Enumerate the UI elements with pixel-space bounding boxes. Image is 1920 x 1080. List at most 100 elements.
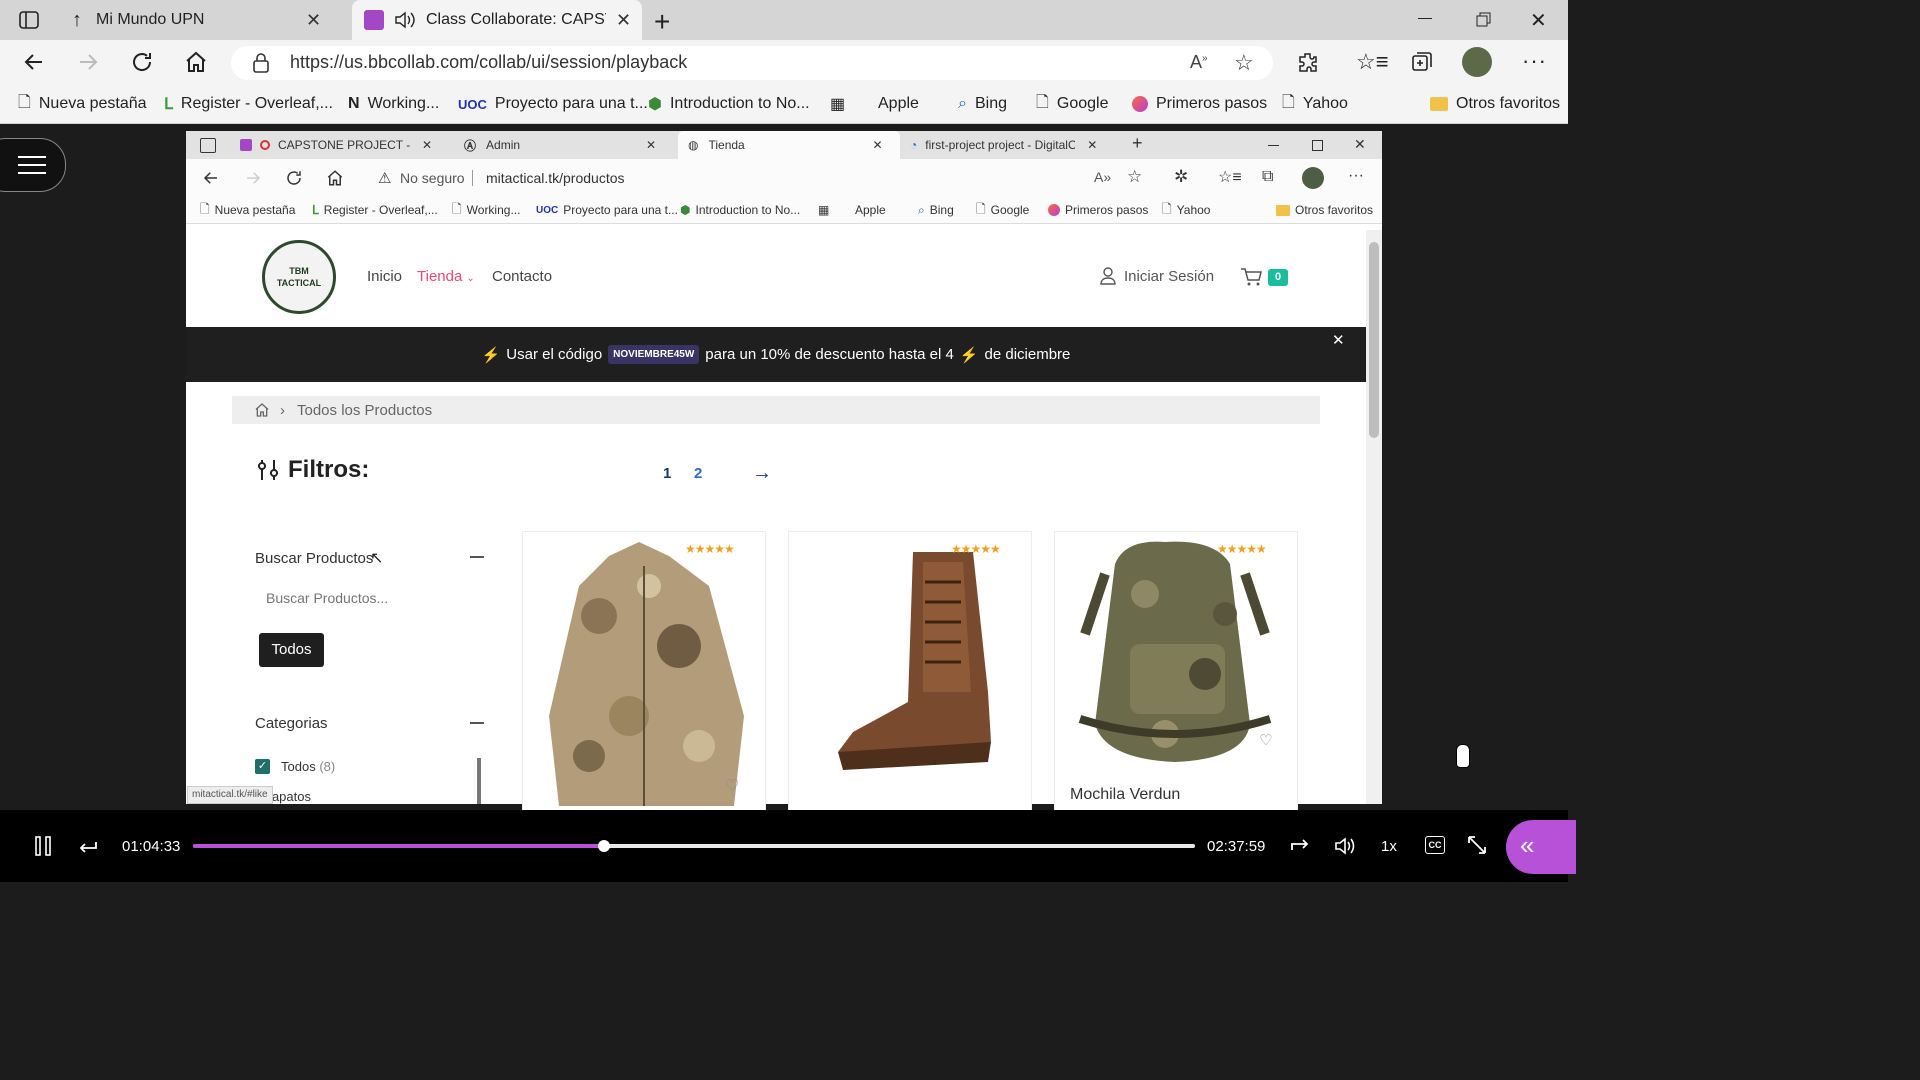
product-name[interactable]: Mochila Verdun <box>1070 786 1180 804</box>
read-aloud-icon[interactable]: A» <box>1190 52 1208 73</box>
inner-back-icon[interactable] <box>202 169 220 187</box>
minimize-icon[interactable] <box>1418 18 1432 19</box>
inner-profile-avatar[interactable] <box>1302 167 1324 189</box>
inner-collections-icon[interactable]: ⧉ <box>1262 168 1273 186</box>
close-icon[interactable]: ✕ <box>646 138 656 152</box>
more-icon[interactable]: ··· <box>1522 48 1547 74</box>
captions-icon[interactable]: CC <box>1425 836 1445 854</box>
next-page-arrow-icon[interactable]: → <box>752 462 772 485</box>
inner-add-favorite-icon[interactable]: ☆ <box>1127 167 1142 187</box>
inner-home-icon[interactable] <box>326 169 344 187</box>
close-icon[interactable]: ✕ <box>872 138 882 152</box>
bookmark-item[interactable]: Primeros pasos <box>1048 197 1148 223</box>
bookmark-item[interactable]: 🗋 Yahoo <box>1282 85 1348 123</box>
outer-url-text[interactable]: https://us.bbcollab.com/collab/ui/sessio… <box>290 52 687 73</box>
new-tab-icon[interactable]: + <box>654 6 670 38</box>
promo-close-icon[interactable]: ✕ <box>1332 331 1345 349</box>
inner-minimize-icon[interactable] <box>1268 145 1279 146</box>
security-label[interactable]: No seguro <box>400 170 465 186</box>
bookmark-item[interactable]: N Working... <box>348 85 439 123</box>
bookmark-item[interactable]: ᒪ Register - Overleaf,... <box>164 85 333 123</box>
inner-read-aloud-icon[interactable]: A» <box>1094 169 1111 185</box>
nav-inicio[interactable]: Inicio <box>367 268 402 285</box>
page-2-link[interactable]: 2 <box>694 465 702 482</box>
cart-icon[interactable] <box>1240 267 1262 287</box>
product-card[interactable]: ★★★★★ ♡ <box>522 531 766 813</box>
todos-button[interactable]: Todos <box>259 633 324 667</box>
product-card[interactable]: ★★★★★ ♡ Mochila Verdun <box>1054 531 1298 813</box>
playback-speed[interactable]: 1x <box>1381 838 1397 855</box>
bookmark-item[interactable]: Primeros pasos <box>1132 85 1267 123</box>
bookmark-item[interactable]: ⬢ Introduction to No... <box>648 85 810 123</box>
rewind-icon[interactable] <box>76 834 100 858</box>
inner-url-text[interactable]: mitactical.tk/productos <box>486 170 625 186</box>
bookmark-item[interactable]: 🗋 Nueva pestaña <box>200 197 295 223</box>
bookmark-item[interactable]: 🗋 Nueva pestaña <box>18 85 147 123</box>
collections-icon[interactable] <box>1410 50 1434 74</box>
lock-icon[interactable] <box>252 53 270 73</box>
collapse-icon[interactable] <box>470 722 484 724</box>
close-icon[interactable]: ✕ <box>422 138 432 152</box>
scrollbar-thumb[interactable] <box>1369 242 1379 438</box>
categories-title[interactable]: Categorias <box>255 715 328 732</box>
speaker-icon[interactable] <box>394 11 416 29</box>
close-icon[interactable]: ✕ <box>306 10 321 31</box>
back-icon[interactable] <box>22 50 46 74</box>
profile-avatar[interactable] <box>1462 47 1492 77</box>
bookmark-item[interactable]: ᒪ Register - Overleaf,... <box>312 197 438 223</box>
category-label[interactable]: Todos (8) <box>281 759 335 774</box>
outer-tab-upn[interactable]: ↑ Mi Mundo UPN ✕ <box>62 0 350 40</box>
search-input[interactable] <box>264 584 468 612</box>
login-link[interactable]: Iniciar Sesión <box>1100 267 1214 285</box>
bookmark-item[interactable]: ▦ <box>818 197 829 223</box>
pause-icon[interactable] <box>34 835 52 857</box>
bookmark-item[interactable]: Apple <box>850 197 886 223</box>
window-close-icon[interactable]: ✕ <box>1530 8 1547 33</box>
nav-tienda[interactable]: Tienda ⌄ <box>417 268 475 285</box>
fullscreen-icon[interactable] <box>1466 834 1488 856</box>
inner-more-icon[interactable]: ··· <box>1348 167 1364 185</box>
inner-restore-icon[interactable] <box>1312 140 1323 151</box>
other-favorites[interactable]: Otros favoritos <box>1276 197 1373 223</box>
volume-icon[interactable] <box>1333 834 1357 858</box>
home-icon[interactable] <box>254 402 270 418</box>
outer-tab-collaborate[interactable]: Class Collaborate: CAPSTONE PROJECT ✕ <box>352 0 642 40</box>
bookmark-item[interactable]: ⌕ Bing <box>918 197 954 223</box>
inner-close-icon[interactable]: ✕ <box>1354 136 1366 153</box>
wishlist-heart-icon[interactable]: ♡ <box>725 776 739 796</box>
inner-new-tab-icon[interactable]: + <box>1132 133 1143 154</box>
page-1-link[interactable]: 1 <box>663 465 671 482</box>
bookmark-item[interactable]: 🗋 Google <box>1036 85 1108 123</box>
inner-tab-digitalocean[interactable]: ◔ first-project project - DigitalOcean ✕ <box>904 131 1122 159</box>
site-logo[interactable]: TBM TACTICAL <box>262 240 336 314</box>
collapse-icon[interactable] <box>470 556 484 558</box>
inner-extensions-icon[interactable]: ✲ <box>1174 167 1188 187</box>
bookmark-item[interactable]: 🗋 Yahoo <box>1162 197 1210 223</box>
inner-tab-actions-icon[interactable] <box>200 138 216 153</box>
bookmark-item[interactable]: ⌕ Bing <box>958 85 1007 123</box>
home-icon[interactable] <box>184 50 208 74</box>
menu-button[interactable] <box>0 138 66 192</box>
other-favorites[interactable]: Otros favoritos <box>1430 85 1560 123</box>
bookmark-item[interactable]: Apple <box>870 85 919 123</box>
progress-handle[interactable] <box>597 840 610 852</box>
inner-refresh-icon[interactable] <box>285 169 303 187</box>
bookmark-item[interactable]: UOC Proyecto para una t... <box>458 85 648 123</box>
search-section-title[interactable]: Buscar Productos <box>255 550 373 567</box>
bookmark-item[interactable]: UOC Proyecto para una t... <box>536 197 678 223</box>
bookmark-item[interactable]: ⬢ Introduction to No... <box>680 197 800 223</box>
category-scrollbar[interactable] <box>477 758 481 804</box>
warning-icon[interactable]: ⚠ <box>378 169 391 187</box>
close-icon[interactable]: ✕ <box>1087 138 1097 152</box>
nav-contacto[interactable]: Contacto <box>492 268 552 285</box>
forward-skip-icon[interactable] <box>1288 834 1312 858</box>
restore-icon[interactable] <box>1476 12 1492 28</box>
page-scrollbar[interactable] <box>1366 230 1382 804</box>
open-panel-button[interactable]: « <box>1506 820 1576 874</box>
wishlist-heart-icon[interactable]: ♡ <box>1253 728 1279 754</box>
favorites-icon[interactable]: ☆≡ <box>1356 49 1389 75</box>
product-card[interactable]: ★★★★★ <box>788 531 1032 813</box>
extensions-icon[interactable] <box>1296 50 1320 74</box>
category-checkbox-todos[interactable]: ✓ <box>255 759 270 774</box>
inner-tab-capstone[interactable]: CAPSTONE PROJECT - 5234 ✕ <box>232 131 450 159</box>
